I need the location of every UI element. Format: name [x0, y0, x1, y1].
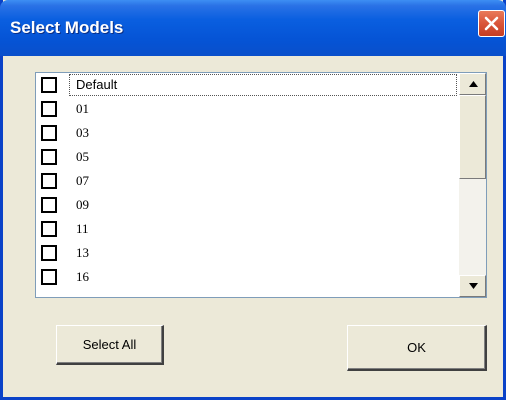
list-item-label: 13 [76, 245, 89, 260]
list-item-label: 01 [76, 101, 89, 116]
list-item[interactable]: 16 [36, 265, 459, 289]
select-models-dialog: Select Models Default 01 03 05 07 09 11 … [0, 0, 506, 400]
list-item-label: 05 [76, 149, 89, 164]
list-item[interactable]: 07 [36, 169, 459, 193]
list-item[interactable]: 05 [36, 145, 459, 169]
list-item-label: Default [76, 77, 118, 92]
list-item-label: 03 [76, 125, 89, 140]
checkbox[interactable] [41, 245, 57, 261]
scroll-down-button[interactable] [459, 275, 486, 297]
list-item[interactable]: 03 [36, 121, 459, 145]
list-item[interactable]: 09 [36, 193, 459, 217]
list-item-label: 07 [76, 173, 89, 188]
arrow-down-icon [469, 283, 478, 289]
list-item[interactable]: 11 [36, 217, 459, 241]
checkbox[interactable] [41, 149, 57, 165]
close-icon [484, 16, 499, 31]
focus-rectangle [69, 74, 457, 96]
scroll-up-button[interactable] [459, 73, 486, 95]
window-title: Select Models [10, 18, 124, 37]
models-list: Default 01 03 05 07 09 11 13 16 [36, 73, 459, 297]
list-item-label: 16 [76, 269, 89, 284]
list-item[interactable]: Default [36, 73, 459, 97]
close-button[interactable] [478, 10, 505, 37]
checkbox[interactable] [41, 269, 57, 285]
select-all-button[interactable]: Select All [56, 325, 164, 365]
list-item-label: 11 [76, 221, 89, 236]
vertical-scrollbar[interactable] [459, 73, 486, 297]
checkbox[interactable] [41, 101, 57, 117]
ok-button[interactable]: OK [347, 325, 487, 371]
title-bar[interactable]: Select Models [0, 0, 506, 56]
checkbox[interactable] [41, 173, 57, 189]
checkbox[interactable] [41, 197, 57, 213]
list-item-label: 09 [76, 197, 89, 212]
list-item[interactable]: 01 [36, 97, 459, 121]
scroll-thumb[interactable] [459, 95, 486, 179]
models-listbox[interactable]: Default 01 03 05 07 09 11 13 16 [35, 72, 487, 298]
checkbox[interactable] [41, 221, 57, 237]
checkbox[interactable] [41, 77, 57, 93]
list-item[interactable]: 13 [36, 241, 459, 265]
arrow-up-icon [469, 81, 478, 87]
checkbox[interactable] [41, 125, 57, 141]
